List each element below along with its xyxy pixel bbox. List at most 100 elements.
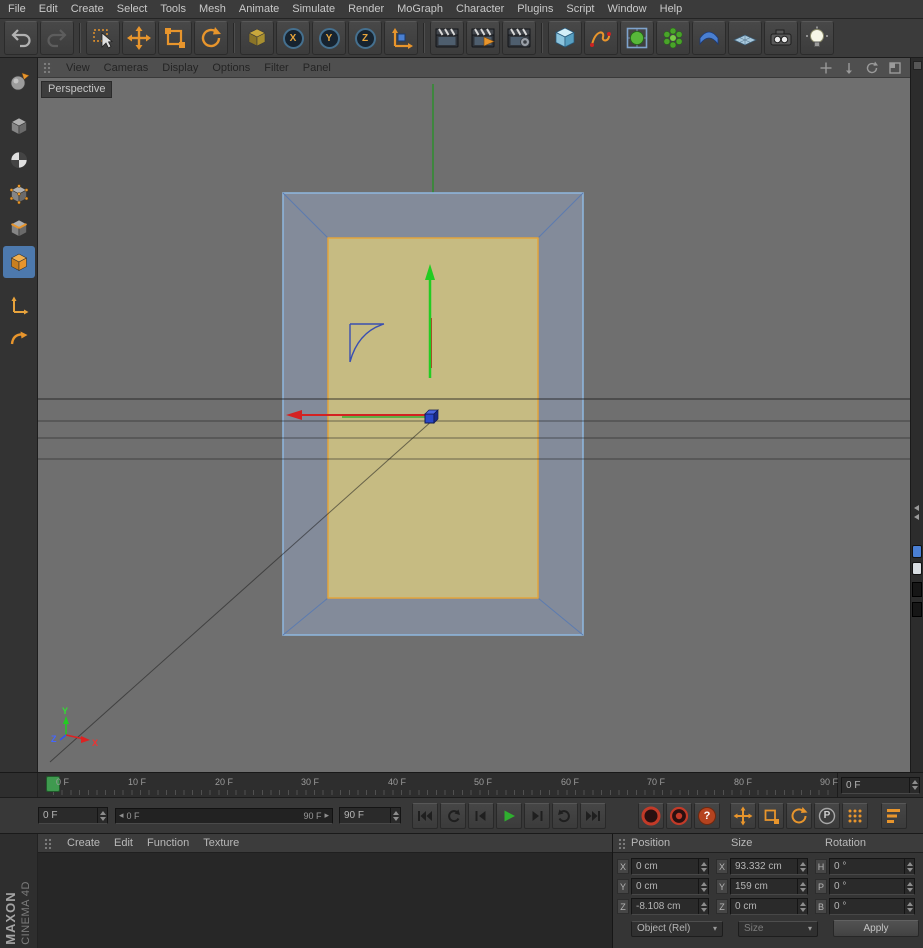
last-used-tool-button[interactable] <box>240 21 274 55</box>
rotation-p-field[interactable]: 0 ° <box>829 878 915 895</box>
vp-menu-panel[interactable]: Panel <box>303 62 331 74</box>
preview-range-slider[interactable]: ◂ 0 F 90 F ▸ <box>115 807 333 824</box>
polygon-mode-button[interactable] <box>2 246 35 278</box>
record-scale-toggle[interactable] <box>758 802 784 829</box>
frame-display-field[interactable]: 0 F <box>841 776 920 794</box>
spinner[interactable] <box>909 777 919 793</box>
right-panel-strip[interactable] <box>910 58 923 772</box>
size-mode-dropdown[interactable]: Size ▾ <box>738 920 818 937</box>
spinner[interactable] <box>797 899 807 914</box>
next-key-button[interactable] <box>552 802 578 829</box>
edge-mode-button[interactable] <box>3 212 35 244</box>
viewport-canvas[interactable]: Perspective Y X Z <box>38 78 910 772</box>
spinner[interactable] <box>797 859 807 874</box>
x-axis-lock-button[interactable]: X <box>276 21 310 55</box>
zoom-view-button[interactable] <box>842 61 856 75</box>
mograph-button[interactable] <box>656 21 690 55</box>
previous-frame-button[interactable] <box>468 802 494 829</box>
render-picture-viewer-button[interactable] <box>466 21 500 55</box>
spinner[interactable] <box>698 879 708 894</box>
rotate-view-button[interactable] <box>865 61 879 75</box>
size-x-field[interactable]: 93.332 cm <box>730 858 808 875</box>
previous-key-button[interactable] <box>440 802 466 829</box>
viewport-label[interactable]: Perspective <box>41 81 113 98</box>
vp-menu-filter[interactable]: Filter <box>264 62 288 74</box>
menu-help[interactable]: Help <box>660 3 683 15</box>
coordinate-mode-button[interactable] <box>3 324 35 356</box>
range-end-handle-icon[interactable]: ▸ <box>324 811 329 820</box>
spinner[interactable] <box>904 859 914 874</box>
material-list-area[interactable] <box>38 853 612 948</box>
menu-mograph[interactable]: MoGraph <box>397 3 443 15</box>
play-button[interactable] <box>496 802 522 829</box>
spinner[interactable] <box>904 899 914 914</box>
menu-plugins[interactable]: Plugins <box>517 3 553 15</box>
size-z-field[interactable]: 0 cm <box>730 898 808 915</box>
record-pla-toggle[interactable] <box>842 802 868 829</box>
live-selection-button[interactable] <box>86 21 120 55</box>
coordinate-system-button[interactable] <box>384 21 418 55</box>
floor-button[interactable] <box>728 21 762 55</box>
spinner[interactable] <box>698 859 708 874</box>
spinner[interactable] <box>698 899 708 914</box>
materials-menu-edit[interactable]: Edit <box>114 837 133 849</box>
model-mode-button[interactable] <box>3 110 35 142</box>
record-position-toggle[interactable] <box>730 802 756 829</box>
spinner[interactable] <box>390 808 400 823</box>
render-settings-button[interactable] <box>502 21 536 55</box>
apply-button[interactable]: Apply <box>833 920 919 937</box>
expand-panel-icon[interactable] <box>914 514 919 520</box>
record-parameter-toggle[interactable]: P <box>814 802 840 829</box>
pan-view-button[interactable] <box>819 61 833 75</box>
end-frame-field[interactable]: 90 F <box>339 807 401 824</box>
spinner[interactable] <box>904 879 914 894</box>
menu-create[interactable]: Create <box>71 3 104 15</box>
deformer-button[interactable] <box>692 21 726 55</box>
subdivision-surface-button[interactable] <box>620 21 654 55</box>
size-y-field[interactable]: 159 cm <box>730 878 808 895</box>
timeline-ruler[interactable]: 0 F 10 F 20 F 30 F 40 F 50 F 60 F 70 F 8… <box>38 773 838 797</box>
point-mode-button[interactable] <box>3 178 35 210</box>
expand-panel-icon[interactable] <box>914 505 919 511</box>
record-rotation-toggle[interactable] <box>786 802 812 829</box>
spinner[interactable] <box>797 879 807 894</box>
render-view-button[interactable] <box>430 21 464 55</box>
menu-mesh[interactable]: Mesh <box>199 3 226 15</box>
scale-tool-button[interactable] <box>158 21 192 55</box>
goto-start-button[interactable] <box>412 802 438 829</box>
materials-menu-create[interactable]: Create <box>67 837 100 849</box>
vp-menu-cameras[interactable]: Cameras <box>104 62 149 74</box>
vp-menu-display[interactable]: Display <box>162 62 198 74</box>
menu-render[interactable]: Render <box>348 3 384 15</box>
spinner[interactable] <box>97 808 107 823</box>
materials-menu-function[interactable]: Function <box>147 837 189 849</box>
goto-end-button[interactable] <box>580 802 606 829</box>
toggle-view-button[interactable] <box>888 61 902 75</box>
move-tool-button[interactable] <box>122 21 156 55</box>
menu-edit[interactable]: Edit <box>39 3 58 15</box>
menu-animate[interactable]: Animate <box>239 3 279 15</box>
menu-character[interactable]: Character <box>456 3 504 15</box>
menu-script[interactable]: Script <box>566 3 594 15</box>
current-frame-field[interactable]: 0 F <box>38 807 108 824</box>
position-x-field[interactable]: 0 cm <box>631 858 709 875</box>
camera-button[interactable] <box>764 21 798 55</box>
next-frame-button[interactable] <box>524 802 550 829</box>
autokey-button[interactable] <box>666 802 692 829</box>
light-button[interactable] <box>800 21 834 55</box>
vp-menu-view[interactable]: View <box>66 62 90 74</box>
coord-mode-dropdown[interactable]: Object (Rel) ▾ <box>631 920 723 937</box>
rotation-b-field[interactable]: 0 ° <box>829 898 915 915</box>
add-spline-button[interactable] <box>584 21 618 55</box>
rotation-h-field[interactable]: 0 ° <box>829 858 915 875</box>
z-axis-lock-button[interactable]: Z <box>348 21 382 55</box>
position-y-field[interactable]: 0 cm <box>631 878 709 895</box>
materials-menu-texture[interactable]: Texture <box>203 837 239 849</box>
help-button[interactable]: ? <box>694 802 720 829</box>
menu-simulate[interactable]: Simulate <box>292 3 335 15</box>
undo-button[interactable] <box>4 21 38 55</box>
keyframe-selection-button[interactable] <box>881 802 907 829</box>
menu-file[interactable]: File <box>8 3 26 15</box>
menu-window[interactable]: Window <box>608 3 647 15</box>
texture-mode-button[interactable] <box>3 144 35 176</box>
